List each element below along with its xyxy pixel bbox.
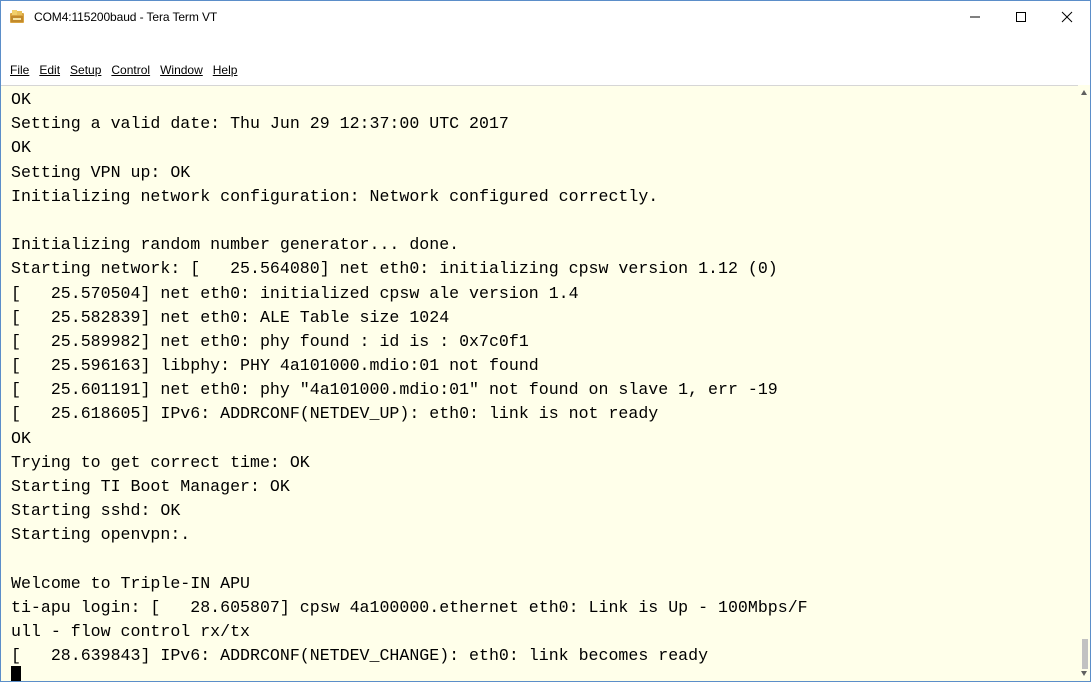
minimize-button[interactable]: [952, 1, 998, 33]
menu-help[interactable]: Help: [208, 59, 243, 81]
scroll-up-arrow-icon[interactable]: [1080, 89, 1088, 97]
terminal-line: [ 25.570504] net eth0: initialized cpsw …: [11, 283, 579, 303]
close-button[interactable]: [1044, 1, 1090, 33]
menu-setup-label: Setup: [70, 63, 102, 77]
terminal-line: Starting network: [ 25.564080] net eth0:…: [11, 259, 778, 279]
menu-control[interactable]: Control: [106, 59, 155, 81]
terminal-line: ull - flow control rx/tx: [11, 622, 250, 642]
terminal-line: ti-apu login: [ 28.605807] cpsw 4a100000…: [11, 597, 808, 617]
menu-help-label: Help: [212, 63, 238, 77]
terminal-line: [ 25.582839] net eth0: ALE Table size 10…: [11, 307, 450, 327]
terminal-line: Starting TI Boot Manager: OK: [11, 477, 290, 496]
terminal-line: Trying to get correct time: OK: [11, 452, 310, 472]
title-bar[interactable]: COM4:115200baud - Tera Term VT: [1, 1, 1090, 33]
terminal-line: OK: [11, 90, 31, 109]
tera-term-window: COM4:115200baud - Tera Term VT File Edit…: [0, 0, 1091, 682]
menu-edit-label: Edit: [39, 63, 61, 77]
menu-items: File Edit Setup Control Window Help: [5, 59, 242, 81]
terminal-line: [ 25.596163] libphy: PHY 4a101000.mdio:0…: [11, 356, 539, 376]
terminal-output: OK Setting a valid date: Thu Jun 29 12:37…: [11, 88, 1076, 669]
close-icon: [1061, 11, 1073, 23]
scroll-down-arrow-icon[interactable]: [1080, 669, 1088, 677]
maximize-icon: [1016, 12, 1026, 22]
tera-term-app-icon[interactable]: [9, 9, 25, 25]
terminal-cursor: [11, 666, 21, 681]
terminal-line: [ 25.601191] net eth0: phy "4a101000.mdi…: [11, 380, 778, 400]
menu-file[interactable]: File: [5, 59, 34, 81]
menu-file-label: File: [10, 63, 30, 77]
terminal-line: Setting a valid date: Thu Jun 29 12:37:0…: [11, 114, 509, 134]
menu-window-label: Window: [160, 63, 203, 77]
terminal-line: Initializing network configuration: Netw…: [11, 186, 659, 206]
terminal-area[interactable]: OK Setting a valid date: Thu Jun 29 12:37…: [1, 85, 1090, 681]
window-title: COM4:115200baud - Tera Term VT: [34, 10, 218, 24]
terminal-line: [ 28.639843] IPv6: ADDRCONF(NETDEV_CHANG…: [11, 646, 709, 666]
terminal-line: Initializing random number generator... …: [11, 235, 460, 255]
terminal-line: Starting sshd: OK: [11, 501, 181, 521]
maximize-button[interactable]: [998, 1, 1044, 33]
terminal-line: Welcome to Triple-IN APU: [11, 573, 250, 593]
terminal-line: OK: [11, 138, 31, 158]
scrollbar-thumb[interactable]: [1082, 639, 1088, 669]
menu-edit[interactable]: Edit: [34, 59, 65, 81]
menu-window[interactable]: Window: [155, 59, 208, 81]
menu-setup[interactable]: Setup: [65, 59, 106, 81]
vertical-scrollbar[interactable]: [1078, 85, 1090, 681]
menu-control-label: Control: [111, 63, 151, 77]
terminal-line: Starting openvpn:.: [11, 525, 191, 545]
terminal-line: [ 25.618605] IPv6: ADDRCONF(NETDEV_UP): …: [11, 404, 659, 424]
terminal-line: Setting VPN up: OK: [11, 162, 191, 182]
terminal-line: OK: [11, 428, 31, 448]
minimize-icon: [970, 16, 980, 18]
terminal-line: [ 25.589982] net eth0: phy found : id is…: [11, 331, 529, 351]
